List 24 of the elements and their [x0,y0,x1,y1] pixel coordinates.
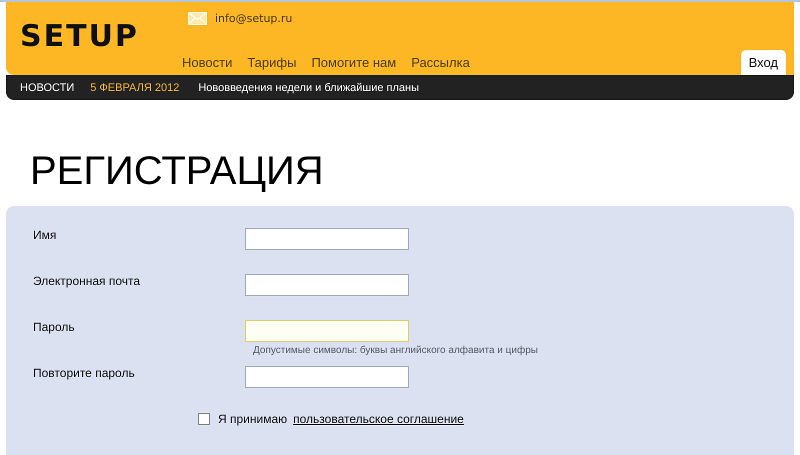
envelope-icon [188,12,207,25]
agreement-text: Я принимаю [218,412,288,426]
news-headline[interactable]: Нововведения недели и ближайшие планы [198,82,419,94]
nav-link[interactable]: Новости [182,55,232,70]
checkbox[interactable] [198,413,210,425]
nav-link[interactable]: Тарифы [247,55,296,70]
nav-link[interactable]: Рассылка [411,55,470,70]
login-button[interactable]: Вход [740,50,786,75]
news-label[interactable]: НОВОСТИ [20,82,74,94]
field-label: Пароль [32,320,76,336]
nav-link[interactable]: Помогите нам [311,55,396,70]
page-title: РЕГИСТРАЦИЯ [30,148,325,195]
input-field[interactable] [245,274,409,296]
input-field[interactable] [245,228,409,250]
input-field[interactable] [245,366,409,388]
logo[interactable]: SETUP [20,19,139,54]
email-link[interactable]: info@setup.ru [215,12,292,25]
news-date: 5 ФЕВРАЛЯ 2012 [90,82,180,94]
field-hint: Допустимые символы: буквы английского алфавита и цифры [253,345,538,356]
field-label: Повторите пароль [32,366,136,382]
input-field[interactable] [245,320,409,342]
field-label: Электронная почта [32,274,142,290]
field-label: Имя [32,228,58,244]
agreement-link[interactable]: пользовательское соглашение [293,412,464,426]
